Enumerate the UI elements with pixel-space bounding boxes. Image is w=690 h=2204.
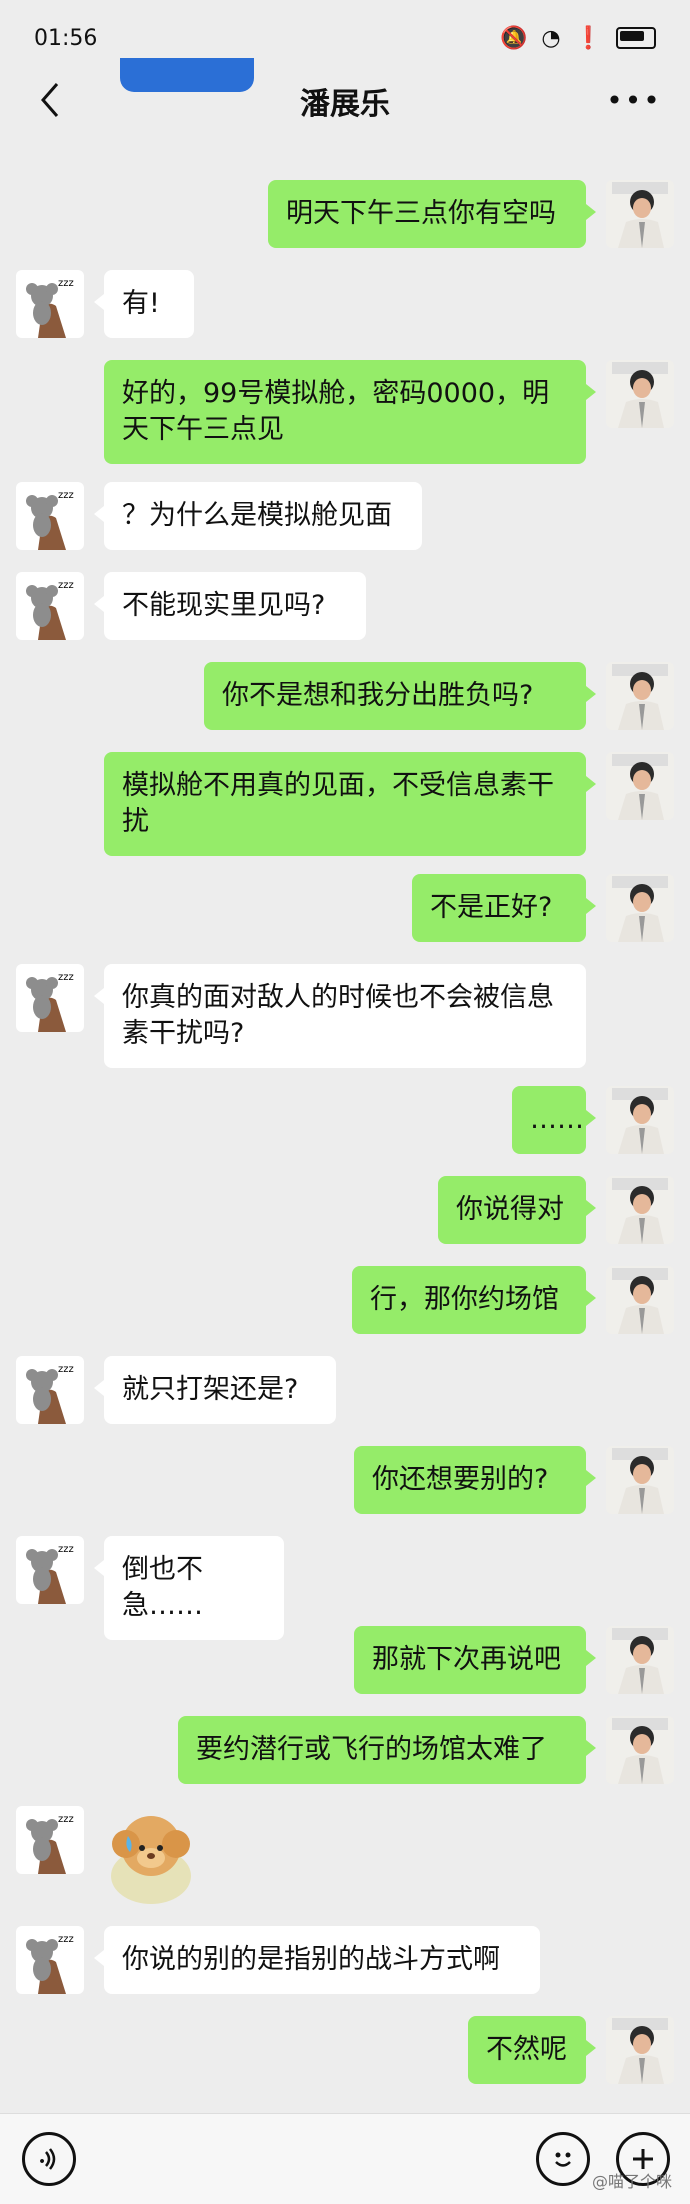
avatar[interactable]: zzz <box>16 572 84 640</box>
avatar[interactable] <box>606 1266 674 1334</box>
avatar[interactable] <box>606 1626 674 1694</box>
more-button[interactable]: ••• <box>606 74 662 126</box>
message-bubble[interactable]: 就只打架还是? <box>94 1356 336 1424</box>
mute-icon: 🔕 <box>499 25 528 51</box>
wifi-icon: ◔ <box>541 25 561 51</box>
avatar[interactable]: zzz <box>16 1536 84 1604</box>
chat-header: 潘展乐 ••• <box>0 60 690 142</box>
avatar[interactable]: zzz <box>16 270 84 338</box>
message-bubble[interactable]: 你不是想和我分出胜负吗? <box>204 662 596 730</box>
message-bubble[interactable]: 不然呢 <box>468 2016 596 2084</box>
svg-text:zzz: zzz <box>58 972 74 983</box>
avatar[interactable]: zzz <box>16 1806 84 1874</box>
avatar[interactable] <box>606 874 674 942</box>
chevron-left-icon <box>41 83 59 117</box>
emoji-icon <box>555 2152 571 2167</box>
puppy-sticker[interactable] <box>104 1806 198 1906</box>
svg-text:zzz: zzz <box>58 1814 74 1825</box>
avatar[interactable] <box>606 1176 674 1244</box>
avatar[interactable]: zzz <box>16 964 84 1032</box>
avatar[interactable] <box>606 180 674 248</box>
avatar[interactable] <box>606 1716 674 1784</box>
svg-text:zzz: zzz <box>58 580 74 591</box>
message-bubble[interactable]: 行，那你约场馆 <box>352 1266 596 1334</box>
voice-button[interactable] <box>22 2132 76 2186</box>
message-bubble[interactable]: 有! <box>94 270 194 338</box>
input-bar <box>0 2113 690 2204</box>
avatar[interactable] <box>606 360 674 428</box>
message-bubble[interactable]: 不能现实里见吗? <box>94 572 366 640</box>
message-bubble[interactable]: 你说得对 <box>438 1176 596 1244</box>
avatar[interactable] <box>606 752 674 820</box>
avatar[interactable]: zzz <box>16 1356 84 1424</box>
message-bubble[interactable]: 要约潜行或飞行的场馆太难了 <box>178 1716 596 1784</box>
svg-text:zzz: zzz <box>58 1934 74 1945</box>
message-bubble[interactable]: ？为什么是模拟舱见面 <box>94 482 422 550</box>
svg-text:zzz: zzz <box>58 1544 74 1555</box>
message-bubble[interactable]: 你真的面对敌人的时候也不会被信息素干扰吗? <box>94 964 586 1068</box>
status-time: 01:56 <box>34 25 98 51</box>
battery-icon <box>616 27 656 49</box>
status-icons: 🔕 ◔ ❗ <box>500 26 656 51</box>
message-input[interactable] <box>96 2132 516 2186</box>
message-bubble[interactable]: 模拟舱不用真的见面，不受信息素干扰 <box>104 752 596 856</box>
message-bubble[interactable]: 好的，99号模拟舱，密码0000，明天下午三点见 <box>104 360 596 464</box>
svg-text:zzz: zzz <box>58 278 74 289</box>
more-icon: ••• <box>606 83 662 117</box>
avatar[interactable]: zzz <box>16 1926 84 1994</box>
svg-text:zzz: zzz <box>58 490 74 501</box>
message-bubble[interactable]: …… <box>512 1086 596 1154</box>
avatar[interactable]: zzz <box>16 482 84 550</box>
alert-icon: ❗ <box>574 25 602 51</box>
message-bubble[interactable]: 你说的别的是指别的战斗方式啊 <box>94 1926 540 1994</box>
avatar[interactable] <box>606 1086 674 1154</box>
message-bubble[interactable]: 倒也不急…… <box>94 1536 284 1640</box>
message-bubble[interactable]: 不是正好? <box>412 874 596 942</box>
avatar[interactable] <box>606 662 674 730</box>
voice-icon <box>40 2148 56 2170</box>
message-bubble[interactable]: 你还想要别的? <box>354 1446 596 1514</box>
svg-text:zzz: zzz <box>58 1364 74 1375</box>
message-bubble[interactable]: 那就下次再说吧 <box>354 1626 596 1694</box>
back-button[interactable] <box>24 74 76 126</box>
avatar[interactable] <box>606 1446 674 1514</box>
avatar[interactable] <box>606 2016 674 2084</box>
emoji-button[interactable] <box>536 2132 590 2186</box>
credit-watermark: @喵了个咪 <box>591 2172 672 2191</box>
chat-title: 潘展乐 <box>300 87 390 122</box>
message-bubble[interactable]: 明天下午三点你有空吗 <box>268 180 596 248</box>
